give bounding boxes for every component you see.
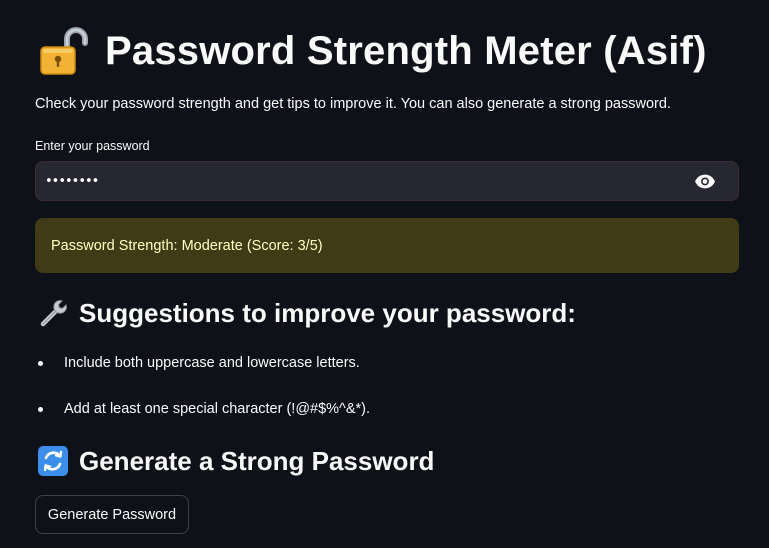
- suggestion-text: Add at least one special character (!@#$…: [64, 401, 371, 417]
- suggestions-heading-text: Suggestions to improve your password:: [79, 297, 576, 328]
- password-field-container: [35, 161, 739, 201]
- password-input[interactable]: [36, 161, 694, 201]
- generate-heading-text: Generate a Strong Password: [79, 445, 435, 476]
- suggestions-heading: Suggestions to improve your password:: [37, 297, 576, 329]
- page-title: Password Strength Meter (Asif): [105, 28, 707, 73]
- bullet-icon: [38, 361, 43, 366]
- suggestion-text: Include both uppercase and lowercase let…: [64, 355, 360, 371]
- generate-password-button[interactable]: Generate Password: [35, 495, 189, 534]
- password-field-label: Enter your password: [35, 139, 150, 153]
- eye-icon[interactable]: [694, 170, 716, 192]
- page-header: Password Strength Meter (Asif): [37, 24, 707, 78]
- open-lock-icon: [40, 27, 88, 75]
- refresh-arrows-icon: [38, 446, 68, 476]
- intro-text: Check your password strength and get tip…: [35, 96, 671, 112]
- suggestion-item: Add at least one special character (!@#$…: [35, 397, 370, 421]
- suggestion-item: Include both uppercase and lowercase let…: [35, 351, 370, 375]
- suggestions-list: Include both uppercase and lowercase let…: [35, 351, 370, 443]
- bullet-icon: [38, 407, 43, 412]
- strength-message: Password Strength: Moderate (Score: 3/5): [51, 237, 323, 254]
- app-root: Password Strength Meter (Asif) Check you…: [0, 0, 769, 548]
- strength-alert: Password Strength: Moderate (Score: 3/5): [35, 218, 739, 273]
- generate-heading: Generate a Strong Password: [37, 445, 434, 477]
- wrench-icon: [40, 300, 67, 327]
